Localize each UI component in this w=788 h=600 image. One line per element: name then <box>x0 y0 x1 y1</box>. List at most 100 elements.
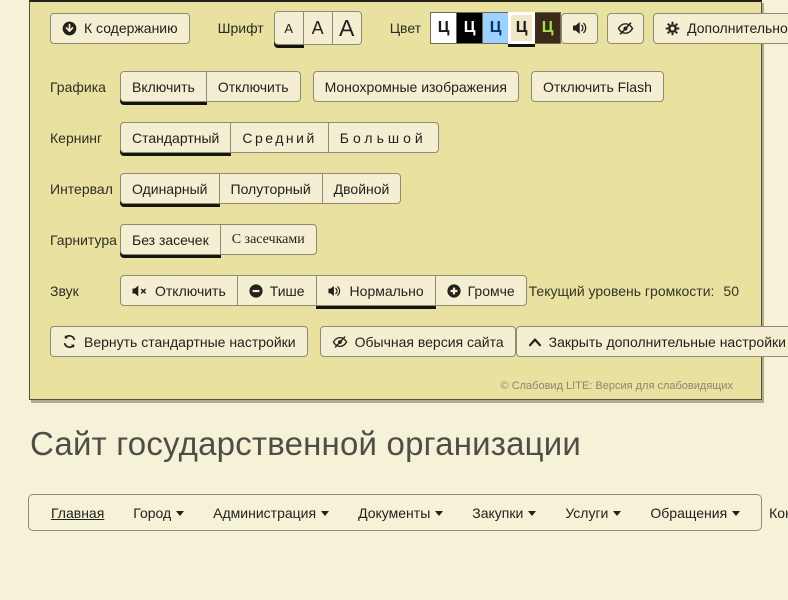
minus-circle-icon <box>249 284 263 298</box>
sound-off-label: Отключить <box>155 283 226 299</box>
sound-louder-label: Громче <box>468 283 515 299</box>
nav-item-zakupki[interactable]: Закупки <box>472 505 536 521</box>
spacing-group: Одинарный Полуторный Двойной <box>120 173 401 204</box>
to-content-button[interactable]: К содержанию <box>50 13 190 44</box>
graphics-enable-button[interactable]: Включить <box>120 71 207 102</box>
gear-icon <box>665 21 680 36</box>
color-scheme-beige-button[interactable]: Ц <box>508 12 535 44</box>
close-extra-settings-label: Закрыть дополнительные настройки <box>549 334 786 350</box>
volume-level-value: 50 <box>723 283 739 299</box>
disable-flash-button[interactable]: Отключить Flash <box>531 71 664 102</box>
toolbar-right-cluster: Дополнительно <box>561 13 788 44</box>
monochrome-images-button[interactable]: Монохромные изображения <box>313 71 519 102</box>
chevron-down-icon <box>321 511 329 516</box>
chevron-down-icon <box>613 511 621 516</box>
sound-normal-button[interactable]: Нормально <box>316 275 436 306</box>
nav-item-obrashcheniya[interactable]: Обращения <box>650 505 740 521</box>
font-size-large-button[interactable]: А <box>332 11 362 45</box>
nav-item-kontakty[interactable]: Контакты <box>769 505 788 521</box>
spacing-sesqui-button[interactable]: Полуторный <box>219 173 323 204</box>
sound-quieter-label: Тише <box>270 283 305 299</box>
color-scheme-group: Ц Ц Ц Ц Ц <box>431 12 561 44</box>
kerning-standard-button[interactable]: Стандартный <box>120 122 231 153</box>
kerning-label: Кернинг <box>50 130 120 146</box>
sound-toggle-button[interactable] <box>561 13 598 44</box>
typeface-sans-button[interactable]: Без засечек <box>120 224 221 255</box>
more-settings-label: Дополнительно <box>687 20 788 36</box>
chevron-down-icon <box>435 511 443 516</box>
nav-item-administratsiya[interactable]: Администрация <box>213 505 329 521</box>
typeface-label: Гарнитура <box>50 232 120 248</box>
color-scheme-blue-button[interactable]: Ц <box>482 12 509 44</box>
spacing-double-button[interactable]: Двойной <box>322 173 402 204</box>
to-content-label: К содержанию <box>84 20 178 36</box>
graphics-disable-button[interactable]: Отключить <box>206 71 301 102</box>
sound-group: Отключить Тише Нормально Громче <box>120 275 527 306</box>
kerning-group: Стандартный Средний Большой <box>120 122 439 153</box>
color-scheme-white-button[interactable]: Ц <box>430 12 457 44</box>
nav-item-label: Обращения <box>650 505 727 521</box>
plus-circle-icon <box>447 284 461 298</box>
color-scheme-black-button[interactable]: Ц <box>456 12 483 44</box>
main-navigation: Главная Город Администрация Документы За… <box>28 494 762 531</box>
color-label: Цвет <box>390 20 421 36</box>
nav-item-gorod[interactable]: Город <box>133 505 184 521</box>
toolbar-row: К содержанию Шрифт А А А Цвет Ц Ц Ц Ц Ц <box>50 11 741 45</box>
chevron-down-icon <box>528 511 536 516</box>
kerning-large-button[interactable]: Большой <box>328 122 439 153</box>
color-scheme-brown-button[interactable]: Ц <box>534 12 561 44</box>
font-size-medium-button[interactable]: А <box>303 11 333 45</box>
speaker-icon <box>572 21 588 35</box>
sound-off-button[interactable]: Отключить <box>120 275 238 306</box>
sound-label: Звук <box>50 283 120 299</box>
sound-row: Звук Отключить Тише Нормально <box>50 275 741 306</box>
font-size-small-button[interactable]: А <box>274 11 304 45</box>
nav-item-glavnaya[interactable]: Главная <box>51 505 104 521</box>
refresh-icon <box>62 334 77 349</box>
chevron-down-icon <box>732 511 740 516</box>
typeface-group: Без засечек С засечками <box>120 224 317 255</box>
eye-slash-icon <box>332 335 348 349</box>
nav-item-dokumenty[interactable]: Документы <box>358 505 443 521</box>
typeface-row: Гарнитура Без засечек С засечками <box>50 224 741 255</box>
speaker-icon <box>328 285 343 297</box>
nav-item-label: Документы <box>358 505 430 521</box>
graphics-toggle-group: Включить Отключить <box>120 71 301 102</box>
page-title: Сайт государственной организации <box>30 425 581 463</box>
spacing-single-button[interactable]: Одинарный <box>120 173 220 204</box>
sound-louder-button[interactable]: Громче <box>435 275 527 306</box>
kerning-row: Кернинг Стандартный Средний Большой <box>50 122 741 153</box>
reset-settings-button[interactable]: Вернуть стандартные настройки <box>50 326 308 357</box>
volume-level-label: Текущий уровень громкости: <box>529 283 715 299</box>
vision-toggle-button[interactable] <box>607 13 644 44</box>
kerning-medium-button[interactable]: Средний <box>230 122 328 153</box>
spacing-row: Интервал Одинарный Полуторный Двойной <box>50 173 741 204</box>
speaker-muted-icon <box>132 285 148 297</box>
nav-item-label: Главная <box>51 505 104 521</box>
accessibility-panel: К содержанию Шрифт А А А Цвет Ц Ц Ц Ц Ц <box>29 0 762 400</box>
graphics-row: Графика Включить Отключить Монохромные и… <box>50 71 741 102</box>
nav-item-uslugi[interactable]: Услуги <box>565 505 621 521</box>
nav-item-label: Услуги <box>565 505 608 521</box>
sound-quieter-button[interactable]: Тише <box>237 275 317 306</box>
arrow-circle-down-icon <box>62 21 77 36</box>
nav-item-label: Закупки <box>472 505 523 521</box>
chevron-up-icon <box>528 337 542 347</box>
spacing-label: Интервал <box>50 181 120 197</box>
nav-item-label: Администрация <box>213 505 316 521</box>
font-label: Шрифт <box>218 20 264 36</box>
sound-normal-label: Нормально <box>350 283 424 299</box>
panel-copyright: © Слабовид LITE: Версия для слабовидящих <box>501 380 733 392</box>
more-settings-button[interactable]: Дополнительно <box>653 13 788 44</box>
font-size-group: А А А <box>274 11 362 45</box>
panel-actions-row: Вернуть стандартные настройки Обычная ве… <box>50 326 741 357</box>
close-extra-settings-button[interactable]: Закрыть дополнительные настройки <box>516 326 788 357</box>
chevron-down-icon <box>176 511 184 516</box>
normal-version-button[interactable]: Обычная версия сайта <box>320 326 516 357</box>
reset-settings-label: Вернуть стандартные настройки <box>84 334 296 350</box>
typeface-serif-button[interactable]: С засечками <box>220 224 317 255</box>
volume-level-indicator: Текущий уровень громкости: 50 <box>529 283 741 299</box>
nav-item-label: Контакты <box>769 505 788 521</box>
nav-item-label: Город <box>133 505 171 521</box>
normal-version-label: Обычная версия сайта <box>355 334 504 350</box>
